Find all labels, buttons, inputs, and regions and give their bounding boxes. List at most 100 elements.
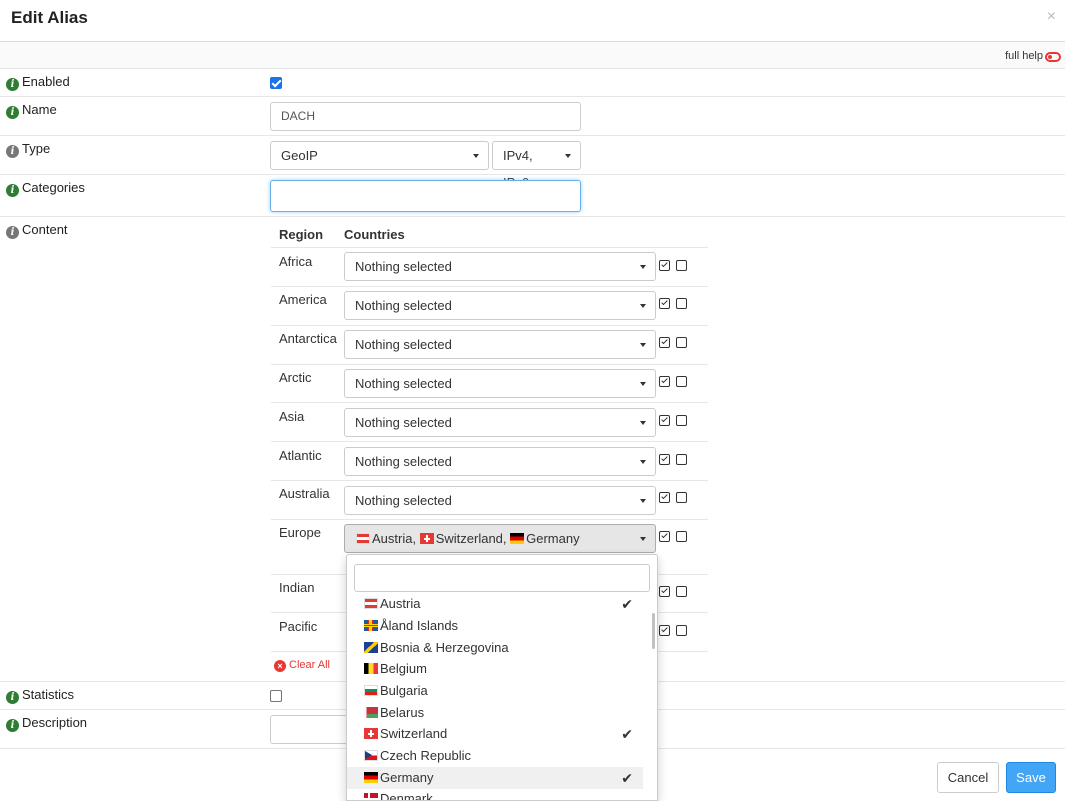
chevron-down-icon (640, 537, 646, 541)
name-input[interactable]: DACH (270, 102, 581, 131)
table-divider (271, 480, 708, 481)
deselect-all-icon[interactable] (676, 454, 687, 465)
categories-label: i Categories (6, 180, 85, 197)
dropdown-item[interactable]: Denmark (347, 788, 643, 800)
dropdown-item[interactable]: Åland Islands (347, 615, 643, 637)
modal-title: Edit Alias (11, 8, 88, 27)
austria-flag-icon (364, 598, 378, 609)
divider (0, 174, 1065, 175)
dropdown-search-input[interactable] (354, 564, 650, 592)
info-icon[interactable]: i (6, 226, 19, 239)
select-all-icon[interactable] (659, 415, 670, 426)
region-label: Europe (279, 525, 321, 540)
chip-switzerland: Switzerland, (419, 531, 507, 546)
austria-flag-icon (356, 533, 370, 544)
switzerland-flag-icon (364, 728, 378, 739)
protocol-select[interactable]: IPv4, IPv6 (492, 141, 581, 190)
countries-select-arctic[interactable]: Nothing selected (344, 369, 656, 398)
deselect-all-icon[interactable] (676, 376, 687, 387)
countries-select-europe[interactable]: Austria, Switzerland, Germany (344, 524, 656, 553)
deselect-all-icon[interactable] (676, 625, 687, 636)
chevron-down-icon (565, 154, 571, 158)
dropdown-item[interactable]: Belarus (347, 702, 643, 724)
select-all-icon[interactable] (659, 625, 670, 636)
dropdown-scrollbar[interactable] (652, 613, 655, 649)
table-divider (271, 247, 708, 248)
name-label: i Name (6, 102, 57, 119)
region-label: Australia (279, 486, 330, 501)
enabled-checkbox[interactable] (270, 77, 282, 89)
chip-germany: Germany (510, 531, 580, 546)
description-label: i Description (6, 715, 87, 732)
region-header: Region (279, 227, 324, 242)
region-label: Africa (279, 254, 313, 269)
modal-header: Edit Alias × (0, 0, 1065, 42)
select-all-icon[interactable] (659, 376, 670, 387)
countries-select-antarctica[interactable]: Nothing selected (344, 330, 656, 359)
countries-header: Countries (344, 227, 405, 242)
dropdown-item[interactable]: Bosnia & Herzegovina (347, 637, 643, 659)
chevron-down-icon (640, 382, 646, 386)
info-icon[interactable]: i (6, 719, 19, 732)
cancel-button[interactable]: Cancel (937, 762, 999, 793)
statistics-checkbox[interactable] (270, 690, 282, 702)
dropdown-item[interactable]: Germany ✔ (347, 767, 643, 789)
deselect-all-icon[interactable] (676, 415, 687, 426)
germany-flag-icon (510, 533, 525, 544)
clear-all-link[interactable]: × Clear All (274, 659, 330, 672)
chevron-down-icon (640, 265, 646, 269)
categories-input[interactable] (270, 180, 581, 212)
info-icon[interactable]: i (6, 145, 19, 158)
chevron-down-icon (640, 421, 646, 425)
dropdown-item[interactable]: Belgium (347, 658, 643, 680)
deselect-all-icon[interactable] (676, 298, 687, 309)
close-icon[interactable]: × (1047, 8, 1056, 26)
deselect-all-icon[interactable] (676, 586, 687, 597)
info-icon[interactable]: i (6, 106, 19, 119)
select-all-icon[interactable] (659, 260, 670, 271)
type-select[interactable]: GeoIP (270, 141, 489, 170)
select-all-icon[interactable] (659, 586, 670, 597)
select-value: Nothing selected (355, 454, 452, 469)
info-icon[interactable]: i (6, 78, 19, 91)
deselect-all-icon[interactable] (676, 492, 687, 503)
dropdown-item[interactable]: Czech Republic (347, 745, 643, 767)
statistics-label: i Statistics (6, 687, 74, 704)
table-divider (271, 402, 708, 403)
countries-select-australia[interactable]: Nothing selected (344, 486, 656, 515)
divider (0, 96, 1065, 97)
region-label: Arctic (279, 370, 312, 385)
deselect-all-icon[interactable] (676, 260, 687, 271)
select-all-icon[interactable] (659, 337, 670, 348)
info-icon[interactable]: i (6, 184, 19, 197)
select-value: Nothing selected (355, 259, 452, 274)
type-label: i Type (6, 141, 50, 158)
deselect-all-icon[interactable] (676, 337, 687, 348)
table-divider (271, 441, 708, 442)
deselect-all-icon[interactable] (676, 531, 687, 542)
table-divider (271, 286, 708, 287)
info-icon[interactable]: i (6, 691, 19, 704)
region-label: Indian (279, 580, 315, 595)
dropdown-item[interactable]: Switzerland ✔ (347, 723, 643, 745)
countries-select-america[interactable]: Nothing selected (344, 291, 656, 320)
select-value: Nothing selected (355, 337, 452, 352)
chevron-down-icon (473, 154, 479, 158)
countries-select-africa[interactable]: Nothing selected (344, 252, 656, 281)
dropdown-item[interactable]: Bulgaria (347, 680, 643, 702)
select-all-icon[interactable] (659, 454, 670, 465)
dropdown-item[interactable]: Austria ✔ (347, 593, 643, 615)
chevron-down-icon (640, 304, 646, 308)
countries-select-atlantic[interactable]: Nothing selected (344, 447, 656, 476)
countries-select-asia[interactable]: Nothing selected (344, 408, 656, 437)
table-divider (271, 325, 708, 326)
select-all-icon[interactable] (659, 492, 670, 503)
select-all-icon[interactable] (659, 531, 670, 542)
full-help-toggle[interactable] (1045, 52, 1061, 62)
table-divider (271, 519, 708, 520)
save-button[interactable]: Save (1006, 762, 1056, 793)
region-label: America (279, 292, 327, 307)
select-all-icon[interactable] (659, 298, 670, 309)
region-label: Pacific (279, 619, 318, 634)
region-label: Atlantic (279, 448, 322, 463)
